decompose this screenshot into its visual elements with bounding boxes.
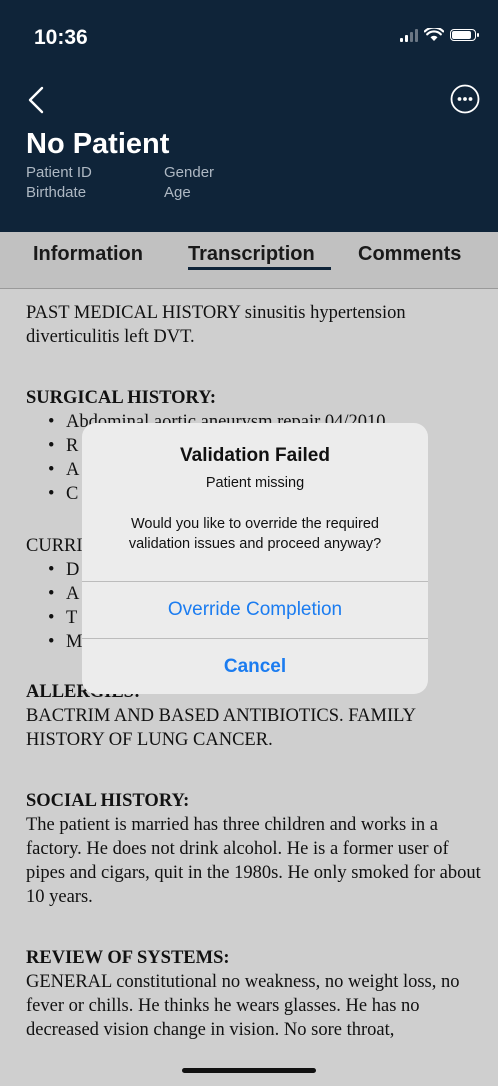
tab-information[interactable]: Information <box>33 243 143 266</box>
active-tab-indicator <box>188 267 331 270</box>
tab-comments[interactable]: Comments <box>358 243 461 266</box>
review-of-systems-section: REVIEW OF SYSTEMS: GENERAL constitutiona… <box>26 946 486 1042</box>
home-indicator <box>182 1068 316 1073</box>
chevron-left-icon[interactable] <box>24 84 52 116</box>
review-of-systems-heading: REVIEW OF SYSTEMS: <box>26 948 230 968</box>
past-medical-history: PAST MEDICAL HISTORY sinusitis hypertens… <box>26 303 406 347</box>
app-header: 10:36 No Patient Patient ID Gender Birth… <box>0 0 498 232</box>
patient-id-label: Patient ID <box>26 164 92 181</box>
ellipsis-circle-icon[interactable] <box>449 83 481 115</box>
tab-bar: Information Transcription Comments <box>0 232 498 289</box>
override-completion-button[interactable]: Override Completion <box>82 581 428 638</box>
alert-subtitle: Patient missing <box>205 475 305 491</box>
patient-name: No Patient <box>26 128 170 160</box>
signal-icon <box>400 28 418 42</box>
battery-icon <box>450 29 479 41</box>
alert-message: Would you like to override the required … <box>128 516 382 552</box>
age-label: Age <box>164 184 191 201</box>
status-time: 10:36 <box>34 26 88 49</box>
validation-alert: Validation Failed Patient missing Would … <box>82 423 428 694</box>
gender-label: Gender <box>164 164 215 181</box>
status-icons <box>400 28 479 42</box>
tab-transcription[interactable]: Transcription <box>188 243 315 266</box>
birthdate-label: Birthdate <box>26 184 87 201</box>
alert-title: Validation Failed <box>180 445 330 466</box>
cancel-button[interactable]: Cancel <box>82 638 428 694</box>
social-history-text: The patient is married has three childre… <box>26 815 481 907</box>
surgical-history-heading: SURGICAL HISTORY: <box>26 388 217 408</box>
social-history-heading: SOCIAL HISTORY: <box>26 791 190 811</box>
allergies-text: BACTRIM AND BASED ANTIBIOTICS. FAMILY HI… <box>26 706 416 750</box>
review-of-systems-text: GENERAL constitutional no weakness, no w… <box>26 972 460 1040</box>
wifi-icon <box>424 28 444 41</box>
social-history-section: SOCIAL HISTORY: The patient is married h… <box>26 789 486 909</box>
